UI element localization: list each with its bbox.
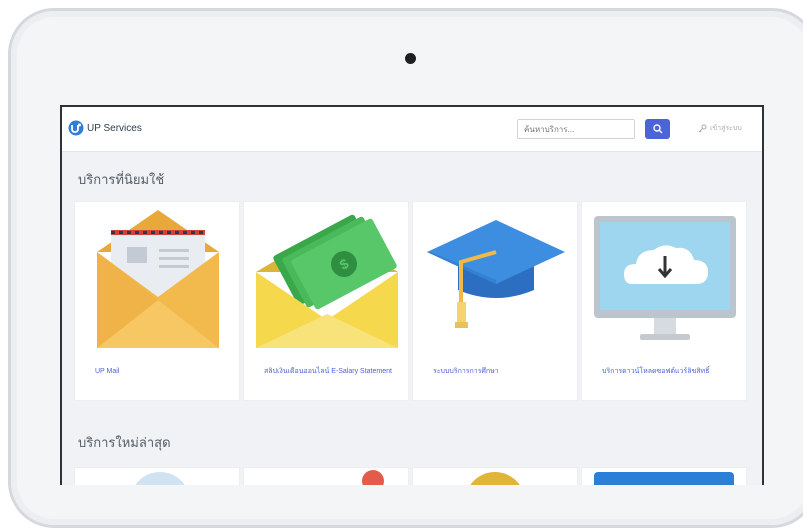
search-button[interactable] xyxy=(645,119,670,139)
search-icon xyxy=(652,124,662,134)
service-card-up-mail[interactable]: UP Mail xyxy=(74,201,240,401)
latest-services-grid xyxy=(74,467,754,485)
latest-service-card[interactable] xyxy=(243,467,409,485)
card-label: ระบบบริการการศึกษา xyxy=(433,368,499,375)
latest-card-graphic xyxy=(465,472,525,485)
latest-service-card[interactable] xyxy=(412,467,578,485)
latest-card-graphic xyxy=(594,472,734,485)
service-card-education[interactable]: ระบบบริการการศึกษา xyxy=(412,201,578,401)
cloud-download-icon xyxy=(594,216,736,340)
latest-service-card[interactable] xyxy=(581,467,747,485)
navbar: UP Services เข้าสู่ระบบ xyxy=(62,107,762,152)
latest-card-graphic xyxy=(130,472,190,485)
key-icon xyxy=(698,124,707,133)
login-label: เข้าสู่ระบบ xyxy=(710,125,742,132)
money-envelope-icon: $ xyxy=(256,214,398,348)
service-card-e-salary[interactable]: $ สลิปเงินเดือนออนไลน์ E-Salary Statemen… xyxy=(243,201,409,401)
card-label: สลิปเงินเดือนออนไลน์ E-Salary Statement xyxy=(264,368,392,375)
latest-service-card[interactable] xyxy=(74,467,240,485)
camera-dot xyxy=(405,53,416,64)
card-label: UP Mail xyxy=(95,368,120,375)
service-card-software[interactable]: บริการดาวน์โหลดซอฟต์แวร์ลิขสิทธิ์ xyxy=(581,201,747,401)
up-logo-icon xyxy=(68,120,84,136)
popular-services-title: บริการที่นิยมใช้ xyxy=(78,172,165,187)
app-name: UP Services xyxy=(87,122,142,134)
popular-services-grid: UP Mail $ สลิปเงินเดือนออนไลน์ E-Salary … xyxy=(74,201,754,401)
search-input[interactable] xyxy=(517,119,635,139)
card-label: บริการดาวน์โหลดซอฟต์แวร์ลิขสิทธิ์ xyxy=(602,368,710,375)
brand[interactable]: UP Services xyxy=(68,120,142,136)
graduation-cap-icon xyxy=(427,220,565,328)
login-link[interactable]: เข้าสู่ระบบ xyxy=(698,123,742,134)
app-screen: UP Services เข้าสู่ระบบ บริการที่นิยมใช้ xyxy=(60,105,764,485)
latest-card-graphic xyxy=(362,470,384,485)
latest-services-title: บริการใหม่ล่าสุด xyxy=(78,435,171,450)
mail-envelope-icon xyxy=(97,210,219,348)
